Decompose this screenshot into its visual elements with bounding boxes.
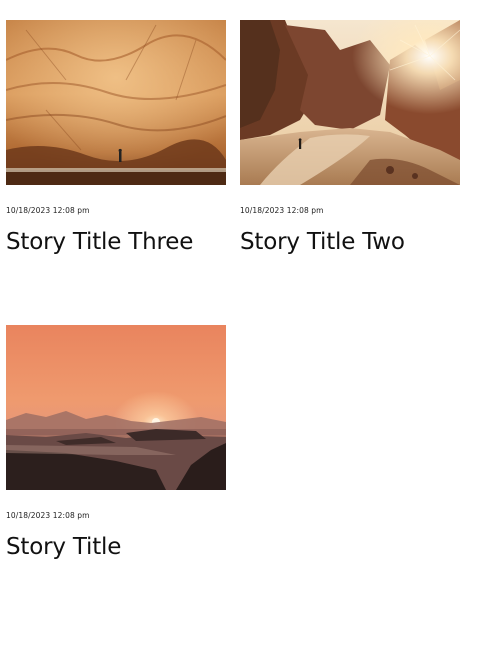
story-image-sandstone-cave[interactable] (6, 20, 226, 185)
story-card[interactable]: 10/18/2023 12:08 pm Story Title (6, 325, 226, 560)
story-date: 10/18/2023 12:08 pm (6, 511, 90, 520)
story-card[interactable]: 10/18/2023 12:08 pm Story Title Three (6, 20, 226, 255)
story-image-canyon-sunburst[interactable] (240, 20, 460, 185)
story-image-desert-sunset[interactable] (6, 325, 226, 490)
story-card[interactable]: 10/18/2023 12:08 pm Story Title Two (240, 20, 460, 255)
story-date: 10/18/2023 12:08 pm (240, 206, 324, 215)
story-date: 10/18/2023 12:08 pm (6, 206, 90, 215)
story-title[interactable]: Story Title (6, 534, 121, 560)
story-title[interactable]: Story Title Two (240, 229, 405, 255)
story-title[interactable]: Story Title Three (6, 229, 193, 255)
